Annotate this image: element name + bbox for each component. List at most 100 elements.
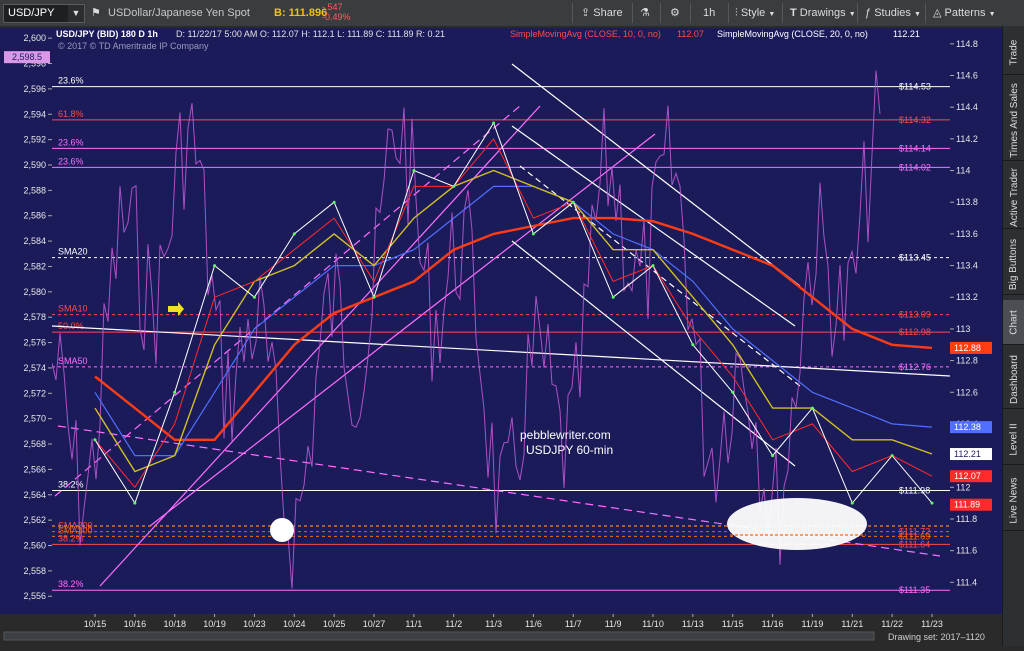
x-axis-tick-label: 11/21 xyxy=(841,619,863,629)
x-axis-tick-label: 10/27 xyxy=(363,619,386,629)
price-level-value: $113.45 xyxy=(899,253,931,263)
chart-svg[interactable]: 23.6% $114.53 61.8% $114.32 23.6% $114.14 23.6… xyxy=(0,26,1002,646)
left-axis-tick-label: 2,588 xyxy=(23,185,46,195)
right-axis-background xyxy=(950,28,1002,614)
left-axis-tick-label: 2,558 xyxy=(23,566,46,576)
last-value-label: 112.21 xyxy=(954,449,981,459)
left-axis-tick-label: 2,584 xyxy=(23,236,46,246)
change-block: -.547 -0.49% xyxy=(322,2,351,24)
x-axis-tick-label: 11/22 xyxy=(881,619,903,629)
price-point xyxy=(412,169,416,173)
price-point xyxy=(452,184,456,188)
price-level-name: 61.8% xyxy=(58,109,84,119)
right-axis-tick-label: 114.8 xyxy=(956,39,978,49)
price-point xyxy=(252,295,256,299)
x-axis-tick-label: 10/15 xyxy=(84,619,107,629)
style-label: Style xyxy=(740,7,766,19)
left-axis-tick-label: 2,572 xyxy=(23,388,46,398)
drawings-label: Drawings xyxy=(799,7,846,19)
left-axis-tick-label: 2,582 xyxy=(23,261,46,271)
ohlc-readout: D: 11/22/17 5:00 AM O: 112.07 H: 112.1 L… xyxy=(176,29,445,39)
x-axis-tick-label: 10/18 xyxy=(163,619,186,629)
x-axis-tick-label: 11/9 xyxy=(605,619,622,629)
right-axis-tick-label: 111.4 xyxy=(956,577,977,587)
style-button[interactable]: ⫶ Style ▼ xyxy=(735,0,775,26)
left-axis-tick-label: 2,600 xyxy=(23,33,46,43)
sidebar-tab-level-ii[interactable]: Level II xyxy=(1003,414,1024,465)
price-level-name: 23.6% xyxy=(58,137,84,147)
price-point xyxy=(213,264,217,268)
sidebar-tab-live-news[interactable]: Live News xyxy=(1003,470,1024,531)
x-axis-tick-label: 11/16 xyxy=(762,619,784,629)
left-axis-tick-label: 2,556 xyxy=(23,591,46,601)
left-axis-marker-label: 2,598.5 xyxy=(12,52,42,62)
last-value-label: 112.07 xyxy=(954,471,981,481)
flask-icon[interactable]: ⚗ xyxy=(640,0,650,26)
drawings-button[interactable]: T Drawings ▼ xyxy=(790,0,856,26)
x-axis-tick-label: 10/24 xyxy=(283,619,306,629)
divider xyxy=(572,3,573,23)
x-axis-tick-label: 11/7 xyxy=(565,619,582,629)
divider xyxy=(660,3,661,23)
price-point xyxy=(332,200,336,204)
share-label: Share xyxy=(593,7,623,19)
x-axis-tick-label: 11/23 xyxy=(921,619,943,629)
price-point xyxy=(571,200,575,204)
price-point xyxy=(731,390,735,394)
price-level-name: 23.6% xyxy=(58,156,84,166)
gear-icon[interactable]: ⚙ xyxy=(670,0,680,26)
price-point xyxy=(691,343,695,347)
price-point xyxy=(850,501,854,505)
chart-scrollbar xyxy=(3,631,875,641)
sidebar-tab-trade[interactable]: Trade xyxy=(1003,30,1024,75)
sma10-study-value: 112.07 xyxy=(677,29,704,39)
price-point xyxy=(651,264,655,268)
candles-icon: ⫶ xyxy=(735,7,738,19)
right-axis-tick-label: 111.8 xyxy=(956,514,977,524)
x-axis-tick-label: 11/13 xyxy=(682,619,704,629)
sidebar-tab-active-trader[interactable]: Active Trader xyxy=(1003,166,1024,229)
price-point xyxy=(492,121,496,125)
drawing-set-label: Drawing set: 2017–1120 xyxy=(888,632,985,642)
sidebar-tab-label: Dashboard xyxy=(1008,354,1020,404)
x-axis-tick-label: 11/2 xyxy=(445,619,462,629)
chevron-down-icon: ▼ xyxy=(768,11,776,18)
price-point xyxy=(930,501,934,505)
price-level-value: $112.98 xyxy=(899,327,931,337)
sma20-study-label: SimpleMovingAvg (CLOSE, 20, 0, no) xyxy=(717,29,868,39)
sidebar-tab-big-buttons[interactable]: Big Buttons xyxy=(1003,234,1024,295)
x-axis-tick-label: 11/6 xyxy=(525,619,542,629)
patterns-button[interactable]: ◬ Patterns ▼ xyxy=(933,0,996,26)
flag-icon[interactable]: ⚑ xyxy=(91,0,101,26)
right-axis-tick-label: 114 xyxy=(956,166,970,176)
sidebar-tab-label: Big Buttons xyxy=(1008,238,1020,290)
left-axis-tick-label: 2,570 xyxy=(23,414,46,424)
chevron-down-icon: ▼ xyxy=(988,11,996,18)
watermark-line2: USDJPY 60-min xyxy=(526,443,613,457)
price-point xyxy=(771,454,775,458)
left-axis-tick-label: 2,594 xyxy=(23,109,46,119)
sidebar-tab-chart[interactable]: Chart xyxy=(1003,300,1024,345)
share-button[interactable]: ⇪ Share xyxy=(581,0,623,26)
x-axis-tick-label: 11/10 xyxy=(642,619,664,629)
left-axis-tick-label: 2,566 xyxy=(23,464,46,474)
sidebar-tab-dashboard[interactable]: Dashboard xyxy=(1003,350,1024,409)
watermark-line1: pebblewriter.com xyxy=(520,428,611,442)
x-axis-tick-label: 11/1 xyxy=(405,619,422,629)
price-point xyxy=(890,454,894,458)
interval-button[interactable]: 1h xyxy=(703,0,715,26)
studies-button[interactable]: ƒ Studies ▼ xyxy=(865,0,921,26)
chart-area[interactable]: 23.6% $114.53 61.8% $114.32 23.6% $114.14 23.6… xyxy=(0,26,1002,646)
left-axis-tick-label: 2,596 xyxy=(23,84,46,94)
sidebar-tab-label: Live News xyxy=(1008,476,1020,524)
copyright-text: © 2017 © TD Ameritrade IP Company xyxy=(58,41,209,51)
price-point xyxy=(810,406,814,410)
symbol-selector[interactable]: USD/JPY ▼ xyxy=(3,4,85,23)
chevron-down-icon[interactable]: ▼ xyxy=(68,5,84,22)
price-point xyxy=(531,232,535,236)
sidebar-tab-label: Trade xyxy=(1008,39,1020,65)
left-axis-tick-label: 2,592 xyxy=(23,135,46,145)
sidebar-tab-times-and-sales[interactable]: Times And Sales xyxy=(1003,80,1024,161)
left-axis-tick-label: 2,586 xyxy=(23,211,46,221)
divider xyxy=(857,3,858,23)
